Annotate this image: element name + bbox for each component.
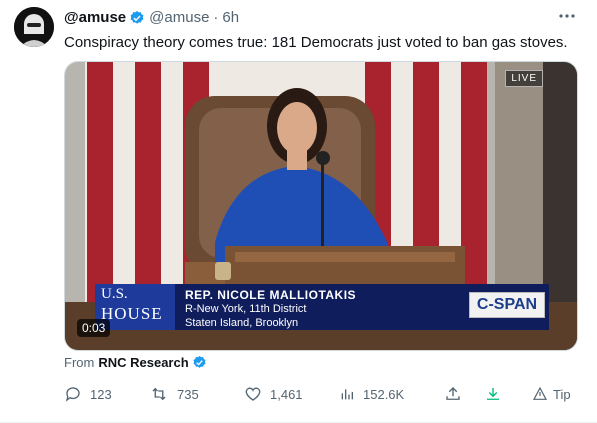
media-attribution: From RNC Research bbox=[64, 355, 207, 370]
tip-icon bbox=[533, 386, 547, 400]
live-badge: LIVE bbox=[505, 70, 543, 87]
verified-badge-icon bbox=[192, 355, 207, 370]
avatar-image bbox=[14, 7, 54, 47]
cspan-logo: C-SPAN bbox=[469, 292, 545, 318]
separator: · bbox=[213, 9, 219, 26]
retweet-button[interactable]: 735 bbox=[149, 383, 199, 405]
speaker-name: REP. NICOLE MALLIOTAKIS bbox=[185, 288, 357, 302]
action-bar: 123 735 1,461 152.6K Tip bbox=[64, 383, 578, 405]
handle[interactable]: @amuse bbox=[149, 9, 209, 27]
download-button[interactable] bbox=[484, 383, 502, 405]
like-button[interactable]: 1,461 bbox=[244, 383, 303, 405]
tweet-header: @amuse @amuse · 6h bbox=[64, 9, 239, 27]
verified-badge-icon bbox=[129, 10, 145, 26]
display-name[interactable]: @amuse bbox=[64, 9, 126, 27]
tip-label: Tip bbox=[553, 386, 571, 402]
reply-count: 123 bbox=[90, 386, 112, 402]
video-timestamp: 0:03 bbox=[77, 319, 111, 337]
tweet-card[interactable]: @amuse @amuse · 6h Conspiracy theory com… bbox=[0, 0, 597, 423]
reply-icon bbox=[65, 387, 80, 402]
attribution-prefix: From bbox=[64, 355, 95, 370]
reply-button[interactable]: 123 bbox=[64, 383, 112, 405]
speaker-location: Staten Island, Brooklyn bbox=[185, 317, 299, 329]
tip-button[interactable]: Tip bbox=[532, 383, 571, 405]
tweet-text: Conspiracy theory comes true: 181 Democr… bbox=[64, 34, 568, 51]
share-icon bbox=[446, 387, 460, 400]
share-button[interactable] bbox=[444, 383, 462, 405]
logo-house-text: HOUSE bbox=[101, 304, 163, 323]
retweet-icon bbox=[152, 387, 166, 401]
like-count: 1,461 bbox=[270, 386, 303, 402]
chyron-text: REP. NICOLE MALLIOTAKIS R-New York, 11th… bbox=[185, 288, 356, 330]
views-count: 152.6K bbox=[363, 386, 405, 402]
more-options-icon[interactable] bbox=[557, 6, 577, 26]
logo-us-text: U.S. bbox=[101, 286, 128, 302]
timestamp[interactable]: 6h bbox=[222, 9, 239, 27]
heart-icon bbox=[245, 387, 261, 401]
views-button[interactable]: 152.6K bbox=[339, 383, 404, 405]
download-icon bbox=[487, 388, 499, 400]
video-player[interactable]: LIVE U.S. HOUSE REP. NICOLE MALLIOTAKIS … bbox=[64, 61, 578, 351]
avatar[interactable] bbox=[14, 7, 54, 47]
retweet-count: 735 bbox=[177, 386, 199, 402]
attribution-source-link[interactable]: RNC Research bbox=[98, 355, 188, 370]
views-chart-icon bbox=[341, 389, 353, 400]
speaker-district: R-New York, 11th District bbox=[185, 303, 307, 315]
